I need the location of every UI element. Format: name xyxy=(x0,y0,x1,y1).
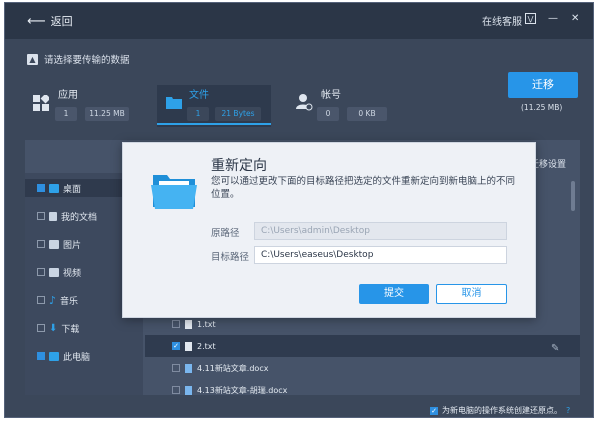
file-name: 2.txt xyxy=(197,341,216,351)
category-accounts[interactable]: 帐号 0 0 KB xyxy=(289,85,399,127)
dialog-title: 重新定向 xyxy=(211,158,267,174)
sidebar-item-videos[interactable]: 视频 xyxy=(37,263,81,281)
apps-grid-icon xyxy=(33,95,49,111)
help-icon[interactable]: ? xyxy=(566,406,570,415)
cancel-button[interactable]: 取消 xyxy=(436,284,507,304)
category-apps-count: 1 xyxy=(55,107,77,121)
file-checkbox[interactable] xyxy=(172,386,180,394)
sidebar-item-label: 图片 xyxy=(63,240,82,251)
submit-button[interactable]: 提交 xyxy=(359,284,429,304)
sidebar-item-pictures[interactable]: 图片 xyxy=(37,235,81,253)
target-path-label: 目标路径 xyxy=(211,252,250,263)
file-row[interactable]: 4.13新站文章-胡瑞.docx xyxy=(145,379,580,401)
menu-icon[interactable]: ⋁ xyxy=(525,13,536,24)
category-files-count: 1 xyxy=(187,107,209,121)
downloads-checkbox[interactable] xyxy=(37,324,45,332)
category-files-label: 文件 xyxy=(189,90,209,101)
document-icon xyxy=(49,211,57,221)
redirect-dialog: 重新定向 您可以通过更改下面的目标路径把选定的文件重新定向到新电脑上的不同位置。… xyxy=(122,142,536,318)
videos-checkbox[interactable] xyxy=(37,268,45,276)
file-checkbox[interactable] xyxy=(172,320,180,328)
sidebar-item-downloads[interactable]: ⬇ 下载 xyxy=(37,319,79,337)
category-accounts-label: 帐号 xyxy=(321,90,341,101)
word-file-icon xyxy=(185,363,192,373)
restore-point-label: 为新电脑的操作系统创建还原点。 xyxy=(442,406,562,415)
online-service-link[interactable]: 在线客服 xyxy=(482,13,522,28)
migrate-button[interactable]: 迁移 xyxy=(508,72,578,98)
sidebar-item-documents[interactable]: 我的文档 xyxy=(37,207,97,225)
close-icon[interactable]: ✕ xyxy=(571,13,579,24)
picture-icon xyxy=(49,239,59,249)
restore-point-option[interactable]: ✓ 为新电脑的操作系统创建还原点。 ? xyxy=(430,405,570,416)
video-icon xyxy=(49,267,59,277)
category-files-size: 21 Bytes xyxy=(215,107,261,121)
category-apps-size: 11.25 MB xyxy=(85,107,129,121)
active-tab-underline xyxy=(157,123,271,125)
user-account-icon xyxy=(296,94,313,111)
titlebar: ⟵ 返回 在线客服 ⋁ — ✕ xyxy=(5,3,593,39)
category-files[interactable]: 文件 1 21 Bytes xyxy=(157,85,271,127)
music-checkbox[interactable] xyxy=(37,296,45,304)
category-apps-label: 应用 xyxy=(58,90,78,101)
file-checkbox[interactable]: ✓ xyxy=(172,342,180,350)
file-checkbox[interactable] xyxy=(172,364,180,372)
migrate-size: (11.25 MB) xyxy=(521,103,563,112)
back-arrow-icon: ⟵ xyxy=(27,13,46,29)
original-path-field: C:\Users\admin\Desktop xyxy=(254,222,507,240)
upload-icon: ▲ xyxy=(27,53,38,65)
text-file-icon xyxy=(185,341,192,351)
text-file-icon xyxy=(185,319,192,329)
file-name: 4.13新站文章-胡瑞.docx xyxy=(197,385,288,395)
music-icon: ♪ xyxy=(49,293,57,307)
target-path-field[interactable]: C:\Users\easeus\Desktop xyxy=(254,246,507,264)
word-file-icon xyxy=(185,385,192,395)
restore-point-checkbox[interactable]: ✓ xyxy=(430,406,438,415)
computer-icon xyxy=(49,351,59,361)
sidebar-item-label: 此电脑 xyxy=(63,352,91,363)
subtitle-text: 请选择要传输的数据 xyxy=(44,55,130,66)
category-accounts-count: 0 xyxy=(317,107,339,121)
sidebar-item-label: 音乐 xyxy=(60,296,79,307)
sidebar-item-label: 我的文档 xyxy=(61,212,98,223)
category-accounts-size: 0 KB xyxy=(347,107,387,121)
this-pc-checkbox[interactable] xyxy=(37,352,45,360)
minimize-icon[interactable]: — xyxy=(548,13,558,24)
file-name: 1.txt xyxy=(197,319,216,329)
app-window: ⟵ 返回 在线客服 ⋁ — ✕ ▲ 请选择要传输的数据 应用 1 11.25 M… xyxy=(4,2,594,418)
back-button[interactable]: ⟵ 返回 xyxy=(27,13,73,29)
pictures-checkbox[interactable] xyxy=(37,240,45,248)
sidebar-item-music[interactable]: ♪ 音乐 xyxy=(37,291,78,309)
sidebar-item-label: 桌面 xyxy=(63,184,82,195)
download-icon: ⬇ xyxy=(49,322,58,334)
desktop-checkbox[interactable] xyxy=(37,184,45,192)
section-subtitle: ▲ 请选择要传输的数据 xyxy=(27,52,130,66)
file-row[interactable]: ✓ 2.txt xyxy=(145,335,580,357)
edit-pencil-icon[interactable]: ✎ xyxy=(551,343,559,354)
desktop-icon xyxy=(49,183,59,193)
file-name: 4.11新站文章.docx xyxy=(197,363,269,373)
sidebar-item-this-pc[interactable]: 此电脑 xyxy=(37,347,90,365)
file-row[interactable]: 4.11新站文章.docx xyxy=(145,357,580,379)
category-apps[interactable]: 应用 1 11.25 MB xyxy=(27,85,137,127)
sidebar-item-label: 视频 xyxy=(63,268,82,279)
scrollbar[interactable] xyxy=(571,181,575,211)
documents-checkbox[interactable] xyxy=(37,212,45,220)
dialog-description: 您可以通过更改下面的目标路径把选定的文件重新定向到新电脑上的不同位置。 xyxy=(211,176,516,200)
original-path-label: 原路径 xyxy=(211,228,240,239)
open-folder-icon xyxy=(151,175,197,209)
back-label: 返回 xyxy=(50,15,73,28)
folder-icon xyxy=(166,97,182,109)
sidebar-item-label: 下载 xyxy=(61,324,80,335)
